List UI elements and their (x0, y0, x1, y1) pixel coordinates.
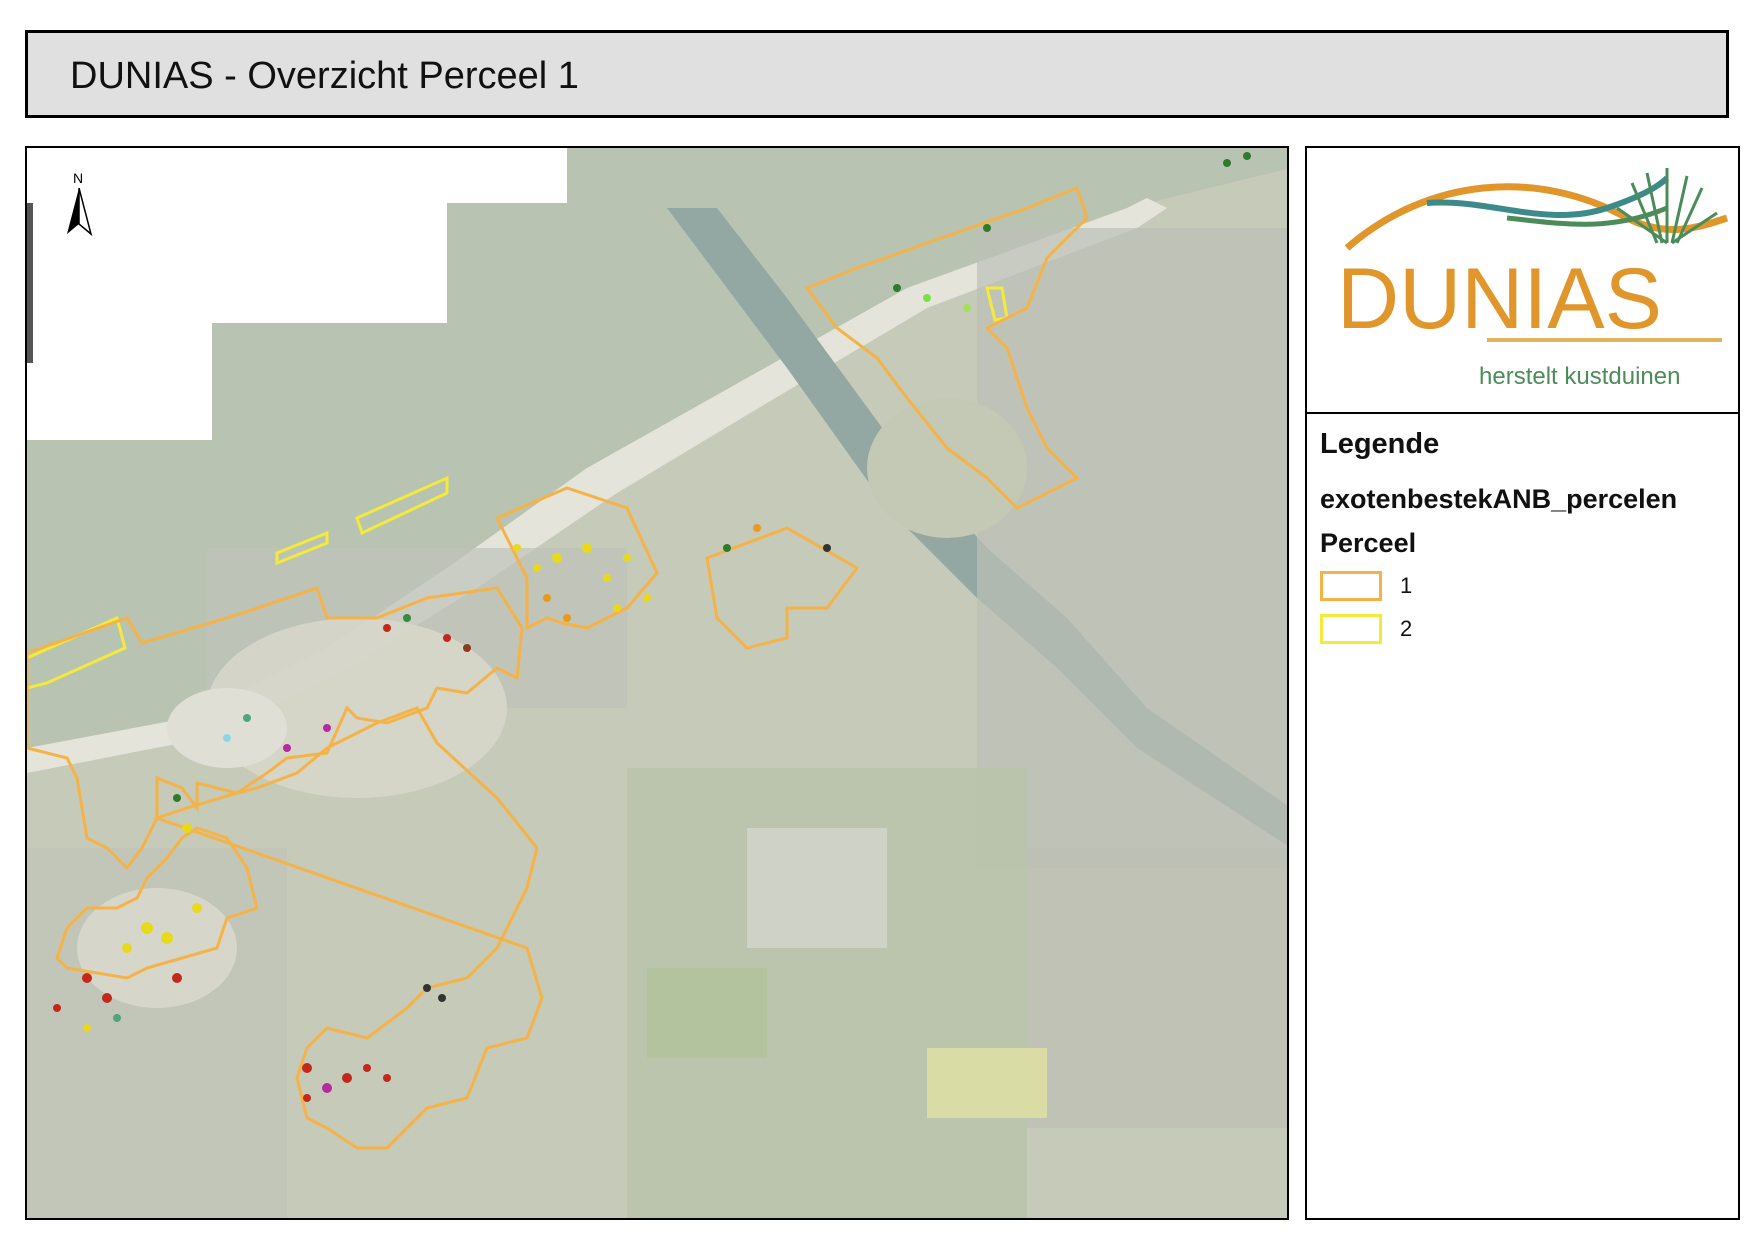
logo-panel: DUNIAS herstelt kustduinen (1305, 146, 1740, 414)
logo-underline (1487, 338, 1722, 342)
urban-zone-3 (1027, 848, 1287, 1128)
field-plot-3 (927, 1048, 1047, 1118)
map-frame[interactable]: N (25, 146, 1289, 1220)
north-arrow-icon (67, 188, 93, 237)
edge-mark (27, 203, 33, 363)
logo-gold-curve (1344, 183, 1729, 251)
legend-label-1: 1 (1400, 573, 1413, 598)
page-title: DUNIAS - Overzicht Perceel 1 (70, 55, 579, 97)
legend-swatch-2 (1320, 614, 1382, 644)
north-arrow: N (67, 170, 107, 240)
legend-field-name: Perceel (1320, 528, 1417, 558)
north-label: N (73, 170, 84, 186)
dune-sand-2 (167, 688, 287, 768)
dune-area-north (867, 398, 1027, 538)
logo-name: DUNIAS (1337, 251, 1662, 347)
legend-label-2: 2 (1400, 616, 1413, 641)
legend-swatch-1 (1320, 571, 1382, 601)
field-plot-2 (647, 968, 767, 1058)
map-canvas[interactable] (27, 148, 1289, 1220)
legend-panel: Legende exotenbestekANB_percelen Perceel… (1305, 412, 1740, 1220)
logo-grass-icon (1616, 168, 1718, 245)
legend-layer-name: exotenbestekANB_percelen (1320, 484, 1678, 514)
field-plot-1 (747, 828, 887, 948)
dunias-logo: DUNIAS herstelt kustduinen (1337, 168, 1729, 390)
logo-tagline: herstelt kustduinen (1479, 363, 1680, 390)
title-bar: DUNIAS - Overzicht Perceel 1 (25, 30, 1729, 118)
legend-title: Legende (1320, 428, 1440, 460)
